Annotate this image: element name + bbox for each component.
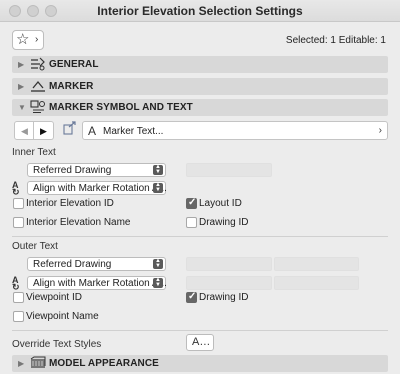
checkbox-layout-id[interactable] [186,197,197,209]
text-style-icon: A… [192,336,211,348]
checkbox-drawing-id-outer[interactable] [186,291,197,303]
layout-id-label: Layout ID [199,198,242,209]
inner-drawing-select[interactable]: Referred Drawing ▲ ▼ [27,163,166,177]
checkbox-viewpoint-name[interactable] [13,311,24,322]
chevron-right-icon: › [35,34,39,45]
title-bar: Interior Elevation Selection Settings [0,0,400,22]
marker-icon [29,79,47,94]
outer-align-select[interactable]: Align with Marker Rotation A... ▲ ▼ [27,276,167,290]
section-divider [12,330,388,331]
inner-text-heading: Inner Text [12,147,56,158]
panel-marker-symbol-label: MARKER SYMBOL AND TEXT [49,102,193,113]
previous-page-button[interactable]: ◀ [14,121,34,140]
panel-general[interactable]: ▶ GENERAL [12,56,388,73]
updown-arrows-icon: ▲ ▼ [153,277,163,288]
next-page-button[interactable]: ▶ [34,121,54,140]
marker-symbol-icon [29,100,47,115]
panel-marker-symbol-and-text[interactable]: ▼ MARKER SYMBOL AND TEXT [12,99,388,116]
chevron-right-icon: › [378,125,382,136]
checkbox-interior-elevation-id[interactable] [13,198,24,209]
disclosure-triangle-icon[interactable]: ▶ [18,359,24,368]
text-rotation-icon: A ↻ [12,180,20,197]
viewpoint-id-label: Viewpoint ID [26,292,82,303]
drawing-id-outer-label: Drawing ID [199,292,249,303]
star-icon: ☆ [16,31,30,48]
outer-drawing-value-field-2[interactable] [274,257,359,271]
inner-drawing-value-field[interactable] [186,163,272,177]
page-navigation: ◀ ▶ A Marker Text... › [14,121,388,140]
disclosure-triangle-expanded-icon[interactable]: ▼ [18,103,26,112]
settings-window: Interior Elevation Selection Settings ☆ … [0,0,400,374]
outer-drawing-value-field-1[interactable] [186,257,272,271]
checkbox-viewpoint-id[interactable] [13,292,24,303]
window-title: Interior Elevation Selection Settings [97,4,303,18]
outer-align-value-field-2[interactable] [274,276,359,290]
panel-marker[interactable]: ▶ MARKER [12,78,388,95]
checkbox-drawing-id-inner[interactable] [186,217,197,228]
viewpoint-name-label: Viewpoint Name [26,311,99,322]
override-text-styles-button[interactable]: A… [186,334,214,351]
override-text-styles-label: Override Text Styles [12,339,102,350]
disclosure-triangle-icon[interactable]: ▶ [18,82,24,91]
page-settings-icon[interactable] [60,121,80,140]
panel-general-label: GENERAL [49,59,99,70]
updown-arrows-icon: ▲ ▼ [153,258,163,269]
updown-arrows-icon: ▲ ▼ [153,182,163,193]
font-icon: A [88,124,97,138]
page-selector-label: Marker Text... [103,126,164,137]
checkbox-interior-elevation-name[interactable] [13,217,24,228]
general-settings-icon [29,57,47,72]
section-divider [12,236,388,237]
text-rotation-icon: A ↻ [12,275,20,292]
favorites-button[interactable]: ☆ › [12,30,44,50]
model-appearance-icon [29,356,47,371]
updown-arrows-icon: ▲ ▼ [153,164,163,175]
page-selector[interactable]: A Marker Text... › [82,121,388,140]
drawing-id-inner-label: Drawing ID [199,217,249,228]
selection-status: Selected: 1 Editable: 1 [285,35,386,46]
panel-model-appearance-label: MODEL APPEARANCE [49,358,159,369]
outer-align-value-field-1[interactable] [186,276,272,290]
arrow-right-icon: ▶ [40,126,47,136]
inner-align-select[interactable]: Align with Marker Rotation A... ▲ ▼ [27,181,167,195]
outer-text-heading: Outer Text [12,241,58,252]
outer-drawing-select[interactable]: Referred Drawing ▲ ▼ [27,257,166,271]
interior-elevation-name-label: Interior Elevation Name [26,217,131,228]
panel-marker-label: MARKER [49,81,94,92]
interior-elevation-id-label: Interior Elevation ID [26,198,114,209]
arrow-left-icon: ◀ [21,126,28,136]
disclosure-triangle-icon[interactable]: ▶ [18,60,24,69]
panel-model-appearance[interactable]: ▶ MODEL APPEARANCE [12,355,388,372]
